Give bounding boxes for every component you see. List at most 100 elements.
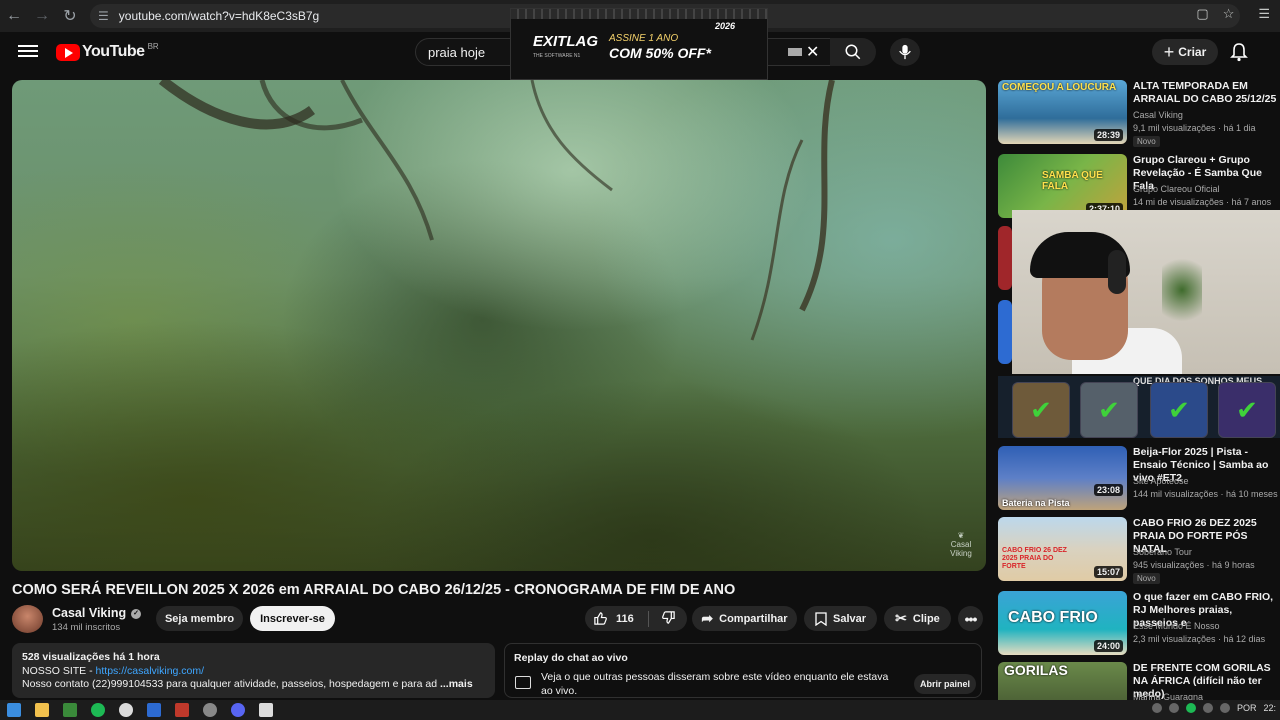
chat-icon: [515, 676, 531, 689]
open-chat-panel-button[interactable]: Abrir painel: [914, 674, 976, 694]
ad-brand: EXITLAG: [533, 33, 599, 50]
video-player[interactable]: ❦ Casal Viking: [12, 80, 986, 571]
scissors-icon: ✂: [895, 610, 907, 626]
share-button[interactable]: ➦ Compartilhar: [692, 606, 797, 631]
thumbs-down-icon: [661, 610, 675, 624]
create-button[interactable]: + Criar: [1152, 39, 1218, 65]
save-button[interactable]: Salvar: [804, 606, 877, 631]
recommendation-thumbnail[interactable]: COMEÇOU A LOUCURA 28:39: [998, 80, 1127, 144]
recommendation-thumbnail[interactable]: GORILAS: [998, 662, 1127, 700]
notifications-bell-icon[interactable]: [1230, 42, 1248, 67]
recommendation-item[interactable]: CABO FRIO 24:00 O que fazer em CABO FRIO…: [998, 591, 1280, 655]
video-duration: 15:07: [1093, 566, 1123, 578]
recommendation-channel: Marina Guaragna: [1133, 692, 1204, 700]
taskbar-app-icon[interactable]: [259, 703, 273, 717]
file-explorer-icon[interactable]: [35, 703, 49, 717]
subscribe-button[interactable]: Inscrever-se: [250, 606, 335, 631]
clear-search-icon[interactable]: ✕: [806, 42, 819, 62]
more-actions-button[interactable]: •••: [958, 606, 983, 631]
thumbnail-text: SAMBA QUE FALA: [1042, 170, 1103, 192]
youtube-logo[interactable]: YouTube BR: [56, 42, 159, 61]
dislike-button[interactable]: [661, 610, 676, 628]
forward-icon[interactable]: →: [28, 2, 56, 30]
reload-icon[interactable]: ↻: [56, 2, 84, 30]
description-site-line: NOSSO SITE - https://casalviking.com/: [22, 665, 485, 679]
ad-line-2: COM 50% OFF*: [609, 45, 711, 61]
recommendation-thumbnail[interactable]: CABO FRIO 24:00: [998, 591, 1127, 655]
discord-icon[interactable]: [231, 703, 245, 717]
clock[interactable]: 22:: [1263, 703, 1276, 713]
join-label: Seja membro: [164, 612, 235, 625]
join-button[interactable]: Seja membro: [156, 606, 243, 631]
back-icon[interactable]: ←: [0, 2, 28, 30]
taskbar-app-icon[interactable]: [63, 703, 77, 717]
thumbnail-text: GORILAS: [1004, 662, 1068, 678]
channel-watermark: ❦ Casal Viking: [950, 531, 972, 558]
achievement-check-icon: ✔: [1080, 382, 1138, 438]
open-chat-label: Abrir painel: [919, 679, 970, 689]
taskbar-app-icon[interactable]: [175, 703, 189, 717]
like-button[interactable]: 116: [593, 611, 634, 626]
channel-name[interactable]: Casal Viking ✓: [52, 606, 142, 620]
description-box[interactable]: 528 visualizações há 1 hora NOSSO SITE -…: [12, 643, 495, 698]
search-button[interactable]: [830, 38, 876, 66]
taskbar-app-icon[interactable]: [203, 703, 217, 717]
achievement-overlay: QUE DIA DOS SONHOS MEUS ✔ ✔ ✔ ✔: [998, 376, 1280, 438]
tray-icon[interactable]: [1151, 703, 1162, 713]
keyboard-icon[interactable]: [788, 48, 802, 56]
tray-icon[interactable]: [1168, 703, 1179, 713]
recommendation-item[interactable]: GORILAS DE FRENTE COM GORILAS NA ÁFRICA …: [998, 662, 1280, 700]
site-link[interactable]: https://casalviking.com/: [96, 665, 205, 677]
menu-icon[interactable]: [18, 42, 38, 62]
achievement-check-icon: ✔: [1150, 382, 1208, 438]
show-more-link[interactable]: ...mais: [440, 678, 473, 690]
recommendation-thumbnail[interactable]: [998, 300, 1012, 364]
tray-icon[interactable]: [1185, 703, 1196, 713]
clip-button[interactable]: ✂ Clipe: [884, 606, 951, 631]
os-taskbar: POR 22:: [0, 700, 1280, 720]
site-info-icon[interactable]: ☰: [98, 9, 109, 23]
thumbnail-text: CABO FRIO 26 DEZ 2025 PRAIA DO FORTE: [1002, 547, 1067, 570]
video-duration: 23:08: [1093, 484, 1123, 496]
recommendation-item[interactable]: SAMBA QUE FALA 2:37:10 Grupo Clareou + G…: [998, 154, 1280, 218]
recommendation-item[interactable]: COMEÇOU A LOUCURA 28:39 ALTA TEMPORADA E…: [998, 80, 1280, 147]
bookmark-star-icon[interactable]: ☆: [1223, 6, 1235, 22]
taskbar-app-icon[interactable]: [147, 703, 161, 717]
description-contact-line: Nosso contato (22)999104533 para qualque…: [22, 678, 485, 692]
share-icon: ➦: [701, 610, 714, 626]
thumbs-up-icon: [594, 612, 607, 625]
exitlag-ad-overlay: EXITLAG THE SOFTWARE N1 ASSINE 1 ANO COM…: [510, 8, 768, 80]
seaweed-strands: [158, 80, 835, 341]
start-menu-icon[interactable]: [7, 703, 21, 717]
contact-text: Nosso contato (22)999104533 para qualque…: [22, 678, 438, 690]
recommendation-channel: Casal Viking: [1133, 110, 1183, 120]
recommendation-meta: 9,1 mil visualizações · há 1 dia: [1133, 123, 1256, 133]
recommendation-channel: Soberano Tour: [1133, 547, 1192, 557]
search-value: praia hoje: [428, 44, 486, 60]
share-label: Compartilhar: [719, 612, 788, 625]
install-app-icon[interactable]: ▢: [1196, 6, 1208, 22]
thumbnail-text: COMEÇOU A LOUCURA: [1002, 82, 1117, 93]
language-indicator[interactable]: POR: [1237, 703, 1257, 713]
channel-avatar[interactable]: [12, 605, 43, 633]
reading-list-icon[interactable]: ☰: [1258, 6, 1270, 22]
spotify-icon[interactable]: [91, 703, 105, 717]
recommendation-meta: 945 visualizações · há 9 horas: [1133, 560, 1255, 570]
recommendation-channel: Esse Mundo É Nosso: [1133, 621, 1220, 631]
volume-icon[interactable]: [1219, 703, 1230, 713]
recommendation-thumbnail[interactable]: SAMBA QUE FALA 2:37:10: [998, 154, 1127, 218]
subscribe-label: Inscrever-se: [260, 612, 325, 625]
chat-replay-text: Veja o que outras pessoas disseram sobre…: [541, 671, 889, 697]
chrome-icon[interactable]: [119, 703, 133, 717]
ad-brand-sub: THE SOFTWARE N1: [533, 53, 581, 59]
recommendation-item[interactable]: CABO FRIO 26 DEZ 2025 PRAIA DO FORTE 15:…: [998, 517, 1280, 584]
like-divider: [647, 610, 649, 627]
recommendation-thumbnail[interactable]: Bateria na Pista 23:08: [998, 446, 1127, 510]
recommendation-item[interactable]: Bateria na Pista 23:08 Beija-Flor 2025 |…: [998, 446, 1280, 510]
recommendation-thumbnail[interactable]: [998, 226, 1012, 290]
recommendation-thumbnail[interactable]: CABO FRIO 26 DEZ 2025 PRAIA DO FORTE 15:…: [998, 517, 1127, 581]
tray-icon[interactable]: [1202, 703, 1213, 713]
new-badge: Novo: [1133, 136, 1160, 147]
voice-search-button[interactable]: [890, 38, 920, 66]
like-count: 116: [616, 612, 634, 625]
